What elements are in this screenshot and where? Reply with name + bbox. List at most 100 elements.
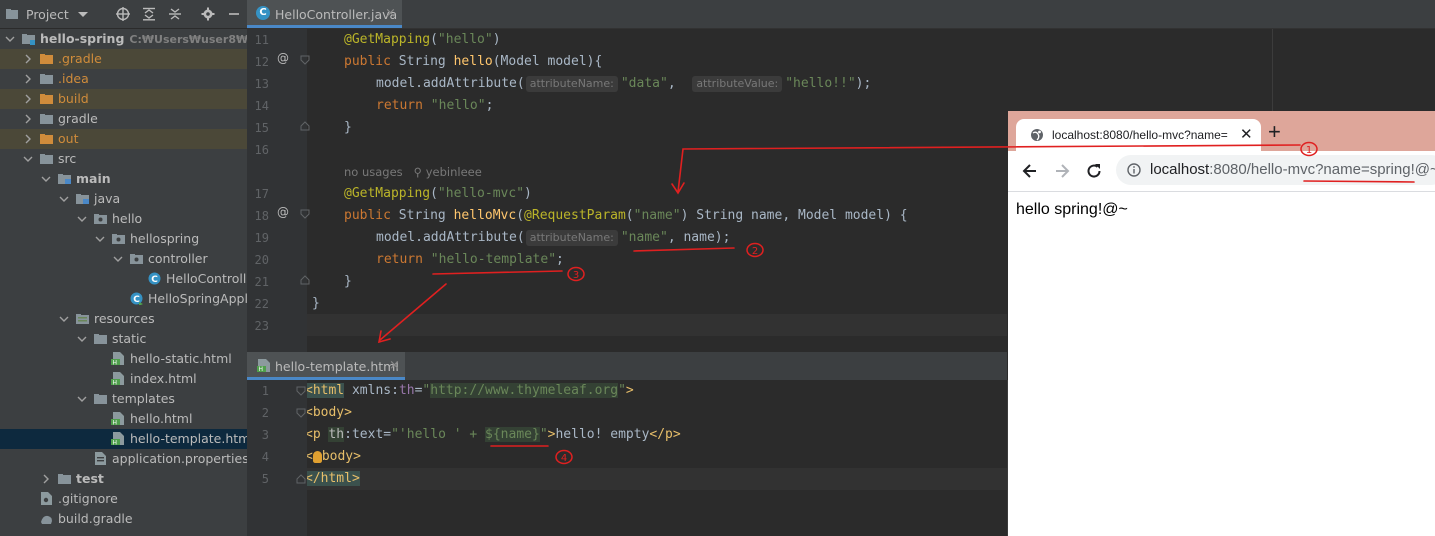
html-file-icon: H	[111, 372, 124, 385]
tree-item[interactable]: Hhello-static.html	[0, 349, 247, 369]
usages-hint[interactable]: no usages	[344, 165, 403, 179]
chevron-down-icon[interactable]	[5, 34, 15, 44]
tree-item[interactable]: C HelloController	[0, 269, 247, 289]
tree-item[interactable]: .gradle	[0, 49, 247, 69]
fold-icon[interactable]	[300, 209, 310, 219]
java-class-icon: C	[256, 6, 270, 20]
java-code-editor[interactable]: @GetMapping("hello") public String hello…	[307, 29, 1007, 352]
tree-item[interactable]: build	[0, 89, 247, 109]
author-icon: ⚲	[413, 165, 426, 179]
fold-icon[interactable]	[296, 386, 306, 396]
tab-hello-template[interactable]: H hello-template.html ×	[247, 352, 405, 380]
browser-tab-strip: localhost:8080/hello-mvc?name=spring!@~ …	[1008, 111, 1435, 151]
code-line-13: model.addAttribute(attributeName: "data",…	[376, 76, 872, 92]
tree-item[interactable]: .idea	[0, 69, 247, 89]
tab-hello-controller[interactable]: C HelloController.java ×	[247, 0, 402, 28]
line-number: 3	[261, 428, 269, 442]
chevron-right-icon[interactable]	[23, 134, 33, 144]
tree-item[interactable]: build.gradle	[0, 509, 247, 529]
spring-app-class-icon: C	[130, 292, 143, 305]
excluded-folder-icon	[40, 134, 53, 144]
tree-item[interactable]: Hhello-template.html	[0, 429, 247, 449]
tree-item[interactable]: java	[0, 189, 247, 209]
html-line-5: </html>	[307, 471, 360, 486]
expand-all-icon[interactable]	[142, 7, 156, 21]
chevron-down-icon[interactable]	[77, 334, 87, 344]
project-panel: Project hello-springC:₩Users₩user8₩Deskt…	[0, 0, 247, 536]
new-tab-button[interactable]: +	[1268, 121, 1281, 143]
chevron-right-icon[interactable]	[23, 74, 33, 84]
tree-item[interactable]: out	[0, 129, 247, 149]
forward-arrow-icon[interactable]	[1052, 161, 1072, 181]
chevron-right-icon[interactable]	[23, 54, 33, 64]
chevron-down-icon[interactable]	[113, 254, 123, 264]
line-number: 13	[254, 77, 269, 91]
override-marker-icon[interactable]: @	[277, 205, 289, 219]
close-tab-icon[interactable]: ✕	[1240, 125, 1253, 143]
tree-item[interactable]: src	[0, 149, 247, 169]
folder-icon	[40, 114, 53, 124]
fold-icon[interactable]	[300, 55, 310, 65]
tree-item[interactable]: gradle	[0, 109, 247, 129]
chevron-down-icon[interactable]	[23, 154, 33, 164]
chevron-right-icon[interactable]	[41, 474, 51, 484]
tree-item[interactable]: static	[0, 329, 247, 349]
chevron-right-icon[interactable]	[23, 94, 33, 104]
chevron-down-icon[interactable]	[77, 214, 87, 224]
address-bar[interactable]: localhost:8080/hello-mvc?name=spring!@~	[1116, 155, 1435, 185]
code-vision-hint[interactable]: no usages ⚲ yebinleee	[344, 161, 482, 183]
tree-item-label: hello.html	[130, 411, 193, 426]
close-icon[interactable]: ×	[385, 6, 396, 21]
tree-item[interactable]: .gitignore	[0, 489, 247, 509]
tree-item-label: java	[94, 191, 121, 206]
author-hint[interactable]: yebinleee	[426, 165, 482, 179]
select-opened-file-icon[interactable]	[116, 7, 130, 21]
info-icon[interactable]	[1127, 163, 1141, 177]
chevron-down-icon[interactable]	[95, 234, 105, 244]
chevron-down-icon[interactable]	[76, 7, 90, 21]
tree-item-label: .gitignore	[58, 491, 118, 506]
tree-item[interactable]: test	[0, 469, 247, 489]
line-number: 19	[254, 231, 269, 245]
url-text[interactable]: localhost:8080/hello-mvc?name=spring!@~	[1150, 161, 1435, 178]
chevron-down-icon[interactable]	[59, 314, 69, 324]
fold-icon[interactable]	[296, 408, 306, 418]
tree-item[interactable]: C HelloSpringApplication	[0, 289, 247, 309]
line-number: 20	[254, 253, 269, 267]
tree-item[interactable]: application.properties	[0, 449, 247, 469]
reload-icon[interactable]	[1084, 161, 1104, 181]
fold-icon[interactable]	[300, 275, 310, 285]
chevron-down-icon[interactable]	[77, 394, 87, 404]
chevron-down-icon[interactable]	[59, 194, 69, 204]
fold-icon[interactable]	[296, 474, 306, 484]
tree-item[interactable]: hello	[0, 209, 247, 229]
back-arrow-icon[interactable]	[1020, 161, 1040, 181]
collapse-all-icon[interactable]	[168, 7, 182, 21]
chevron-right-icon[interactable]	[23, 114, 33, 124]
project-view-title[interactable]: Project	[26, 7, 69, 22]
tree-item[interactable]: resources	[0, 309, 247, 329]
close-icon[interactable]: ×	[389, 358, 400, 373]
chevron-down-icon[interactable]	[41, 174, 51, 184]
tree-item[interactable]: hellospring	[0, 229, 247, 249]
page-content: hello spring!@~	[1016, 201, 1128, 218]
tree-item[interactable]: Hhello.html	[0, 409, 247, 429]
override-marker-icon[interactable]: @	[277, 51, 289, 65]
tree-item-label: hellospring	[130, 231, 200, 246]
tree-item[interactable]: controller	[0, 249, 247, 269]
browser-tab[interactable]: localhost:8080/hello-mvc?name=spring!@~ …	[1016, 119, 1261, 151]
line-number: 2	[261, 406, 269, 420]
tree-item[interactable]: Hindex.html	[0, 369, 247, 389]
editor-tab-bar: C HelloController.java ×	[247, 0, 1435, 29]
html-line-3: <p th:text="'hello ' + ${name}">hello! e…	[307, 427, 681, 442]
line-number: 15	[254, 121, 269, 135]
line-number: 4	[261, 450, 269, 464]
hide-panel-icon[interactable]	[227, 7, 241, 21]
lightbulb-icon[interactable]	[312, 450, 322, 463]
fold-icon[interactable]	[300, 121, 310, 131]
html-code-editor[interactable]: <html xmlns:th="http://www.thymeleaf.org…	[307, 380, 1007, 536]
tree-item[interactable]: main	[0, 169, 247, 189]
tree-item[interactable]: templates	[0, 389, 247, 409]
tree-item[interactable]: hello-springC:₩Users₩user8₩Desktop	[0, 29, 247, 49]
gear-icon[interactable]	[201, 7, 215, 21]
